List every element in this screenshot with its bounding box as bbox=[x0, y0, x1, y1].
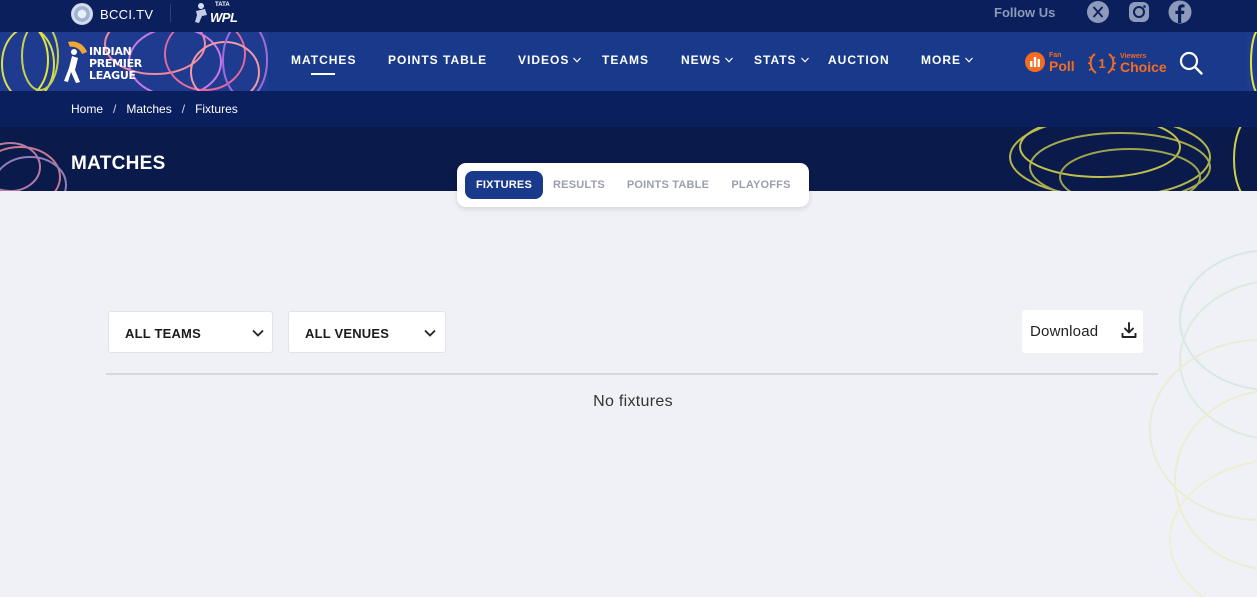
chevron-down-icon bbox=[424, 329, 436, 337]
ipl-batsman-icon bbox=[64, 41, 87, 83]
nav-teams-label: TEAMS bbox=[602, 53, 649, 67]
poll-icon bbox=[1025, 52, 1045, 72]
breadcrumb-separator: / bbox=[113, 102, 117, 116]
wpl-label: WPL bbox=[210, 10, 238, 25]
ipl-logo[interactable]: INDIAN PREMIER LEAGUE bbox=[62, 40, 154, 86]
nav-decorative-art-right bbox=[1247, 32, 1257, 91]
chevron-down-icon bbox=[573, 57, 582, 63]
viewers-choice-number: 1 bbox=[1098, 56, 1105, 71]
wpl-link[interactable]: TATA WPL bbox=[193, 2, 239, 27]
hero-decorative-art-left bbox=[0, 142, 67, 191]
facebook-social-link[interactable] bbox=[1168, 0, 1192, 24]
download-label: Download bbox=[1030, 323, 1099, 340]
nav-points-table-label: POINTS TABLE bbox=[388, 53, 488, 67]
breadcrumb-separator: / bbox=[181, 102, 186, 116]
search-icon bbox=[1179, 51, 1203, 75]
nav-more[interactable]: MORE bbox=[921, 53, 974, 67]
viewers-choice-label: Choice bbox=[1120, 58, 1167, 75]
nav-teams[interactable]: TEAMS bbox=[602, 53, 649, 67]
chevron-down-icon bbox=[725, 57, 733, 63]
breadcrumb-home[interactable]: Home bbox=[71, 102, 103, 116]
tab-playoffs[interactable]: PLAYOFFS bbox=[725, 171, 797, 199]
viewers-choice-link[interactable]: 1 Viewers Choice bbox=[1087, 50, 1167, 76]
nav-videos-label: VIDEOS bbox=[518, 53, 570, 67]
nav-auction-label: AUCTION bbox=[828, 53, 890, 67]
fan-poll-link[interactable]: Fan Poll bbox=[1024, 51, 1075, 73]
chevron-down-icon bbox=[800, 57, 809, 63]
nav-points-table[interactable]: POINTS TABLE bbox=[388, 53, 487, 67]
hero-decorative-art-right bbox=[1009, 127, 1242, 191]
ipl-logo-line2: PREMIER bbox=[89, 57, 142, 70]
topbar-divider bbox=[170, 4, 171, 22]
top-utility-bar: BCCI.TV TATA WPL Follow Us bbox=[0, 0, 1257, 32]
search-button[interactable] bbox=[1178, 50, 1204, 76]
page-title: MATCHES bbox=[71, 153, 166, 174]
laurel-icon: 1 bbox=[1087, 53, 1117, 74]
download-icon bbox=[1121, 322, 1137, 338]
breadcrumb-matches[interactable]: Matches bbox=[126, 102, 171, 116]
nav-matches[interactable]: MATCHES bbox=[291, 53, 356, 67]
team-filter-value: ALL TEAMS bbox=[125, 326, 201, 341]
instagram-social-link[interactable] bbox=[1127, 0, 1151, 24]
main-navigation: INDIAN PREMIER LEAGUE MATCHES POINTS TAB… bbox=[0, 32, 1257, 91]
breadcrumb-fixtures: Fixtures bbox=[195, 102, 238, 116]
x-icon bbox=[1087, 1, 1109, 23]
team-filter-dropdown[interactable]: ALL TEAMS bbox=[108, 311, 273, 353]
content-divider bbox=[106, 373, 1158, 375]
tab-fixtures[interactable]: FIXTURES bbox=[465, 171, 543, 199]
breadcrumb: Home / Matches / Fixtures bbox=[71, 102, 238, 116]
venue-filter-value: ALL VENUES bbox=[305, 326, 390, 341]
breadcrumb-bar: Home / Matches / Fixtures bbox=[0, 91, 1257, 127]
nav-active-indicator bbox=[311, 73, 335, 75]
x-social-link[interactable] bbox=[1086, 0, 1110, 24]
download-button[interactable]: Download bbox=[1022, 310, 1143, 353]
background-decorative-art bbox=[1149, 250, 1257, 597]
bcci-logo-icon bbox=[71, 3, 93, 25]
tab-results[interactable]: RESULTS bbox=[547, 171, 611, 199]
fan-poll-label: Poll bbox=[1049, 57, 1075, 74]
wpl-tata-label: TATA bbox=[215, 2, 230, 8]
chevron-down-icon bbox=[965, 57, 973, 63]
nav-videos[interactable]: VIDEOS bbox=[518, 53, 582, 67]
bcci-tv-link[interactable]: BCCI.TV bbox=[71, 3, 153, 25]
match-tabs: FIXTURES RESULTS POINTS TABLE PLAYOFFS bbox=[457, 163, 809, 207]
instagram-icon bbox=[1129, 2, 1149, 22]
nav-matches-label: MATCHES bbox=[291, 53, 357, 67]
bcci-tv-label: BCCI.TV bbox=[100, 6, 154, 22]
empty-state-message: No fixtures bbox=[593, 393, 673, 410]
ipl-logo-line1: INDIAN bbox=[89, 45, 132, 58]
nav-news[interactable]: NEWS bbox=[681, 53, 734, 67]
facebook-icon bbox=[1168, 0, 1192, 24]
nav-more-label: MORE bbox=[921, 53, 961, 67]
nav-news-label: NEWS bbox=[681, 53, 721, 67]
chevron-down-icon bbox=[252, 329, 264, 337]
wpl-logo-icon bbox=[195, 3, 207, 23]
tab-points-table[interactable]: POINTS TABLE bbox=[621, 171, 715, 199]
venue-filter-dropdown[interactable]: ALL VENUES bbox=[288, 311, 446, 353]
nav-stats-label: STATS bbox=[754, 53, 797, 67]
ipl-logo-line3: LEAGUE bbox=[89, 69, 136, 82]
nav-auction[interactable]: AUCTION bbox=[828, 53, 890, 67]
follow-us-label: Follow Us bbox=[994, 5, 1056, 20]
nav-stats[interactable]: STATS bbox=[754, 53, 810, 67]
